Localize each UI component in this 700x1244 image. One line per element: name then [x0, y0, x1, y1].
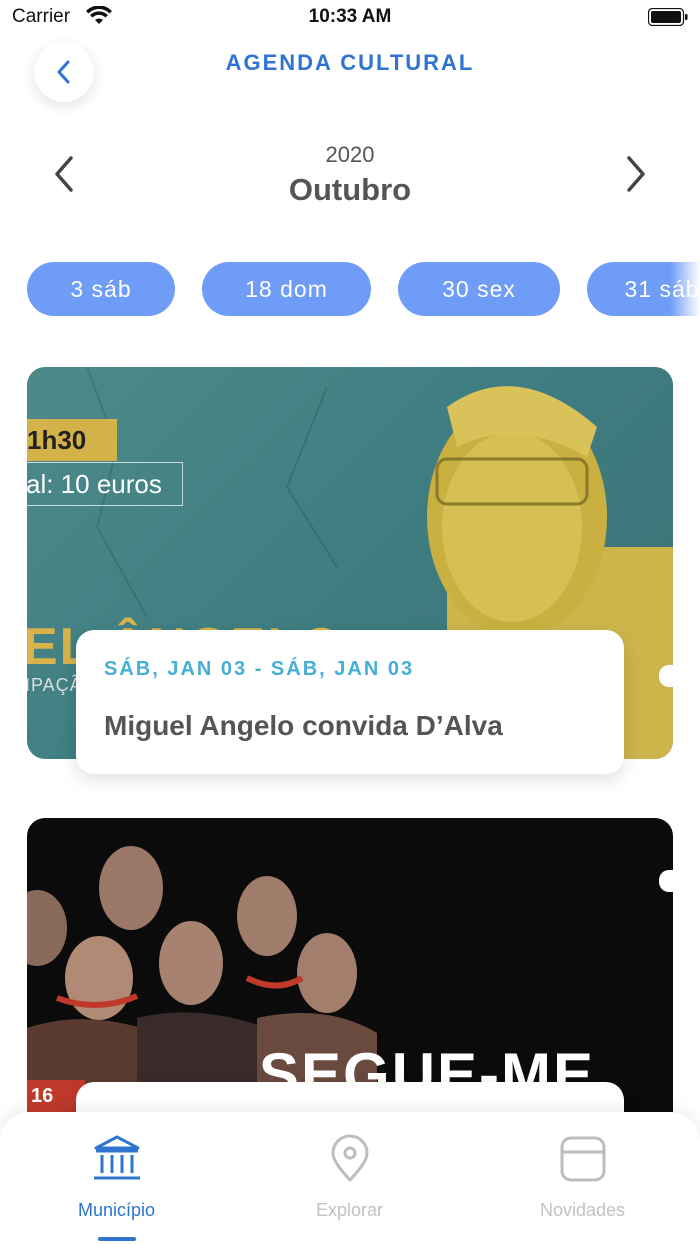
card-decoration	[659, 665, 673, 687]
building-icon	[93, 1135, 140, 1180]
date-pill[interactable]: 30 sex	[398, 262, 560, 316]
tab-bar: Município Explorar Novidades	[0, 1112, 700, 1244]
card-icon	[560, 1136, 605, 1182]
event-date: SÁB, JAN 03 - SÁB, JAN 03	[104, 658, 415, 680]
tab-explorar[interactable]: Explorar	[233, 1112, 466, 1244]
event-title: Miguel Angelo convida D’Alva	[104, 710, 503, 741]
page-title: AGENDA CULTURAL	[225, 50, 475, 75]
chevron-right-icon	[627, 156, 645, 192]
event-info-panel[interactable]: SÁB, JAN 03 - SÁB, JAN 03 Miguel Angelo …	[76, 630, 624, 774]
tab-label: Município	[77, 1200, 156, 1220]
tab-label: Explorar	[315, 1200, 384, 1220]
status-time: 10:33 AM	[308, 6, 392, 27]
poster-price-text: al: 10 euros	[27, 462, 183, 506]
next-month-button[interactable]	[616, 152, 656, 196]
battery-icon	[648, 8, 688, 26]
date-pill[interactable]: 18 dom	[202, 262, 371, 316]
tab-municipio[interactable]: Município	[0, 1112, 233, 1244]
month-label: Outubro	[288, 172, 412, 207]
tab-label: Novidades	[539, 1200, 626, 1220]
tab-active-indicator	[98, 1237, 136, 1241]
year-label: 2020	[325, 142, 375, 167]
card-decoration	[659, 870, 673, 892]
map-pin-icon	[331, 1134, 368, 1182]
poster-time-text: 1h30	[27, 419, 117, 461]
strip-fade	[670, 262, 700, 316]
date-pill[interactable]: 3 sáb	[27, 262, 175, 316]
poster-subtitle-text: IPAÇÃ	[27, 675, 83, 695]
tab-novidades[interactable]: Novidades	[466, 1112, 699, 1244]
status-bar: Carrier 10:33 AM	[0, 0, 700, 36]
date-strip: 3 sáb 18 dom 30 sex 31 sáb	[0, 262, 700, 316]
